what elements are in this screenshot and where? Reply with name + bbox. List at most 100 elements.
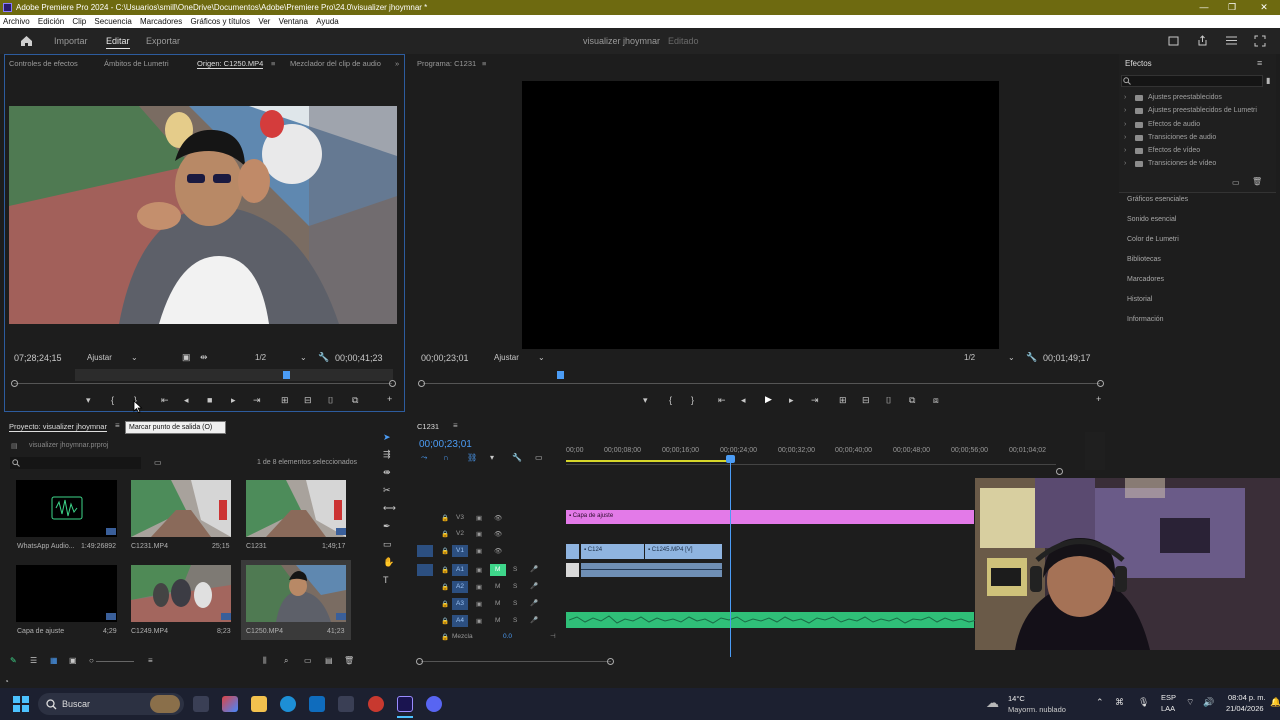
lock-icon[interactable]: 🔒	[441, 617, 449, 625]
section-info[interactable]: Información	[1127, 316, 1164, 323]
ripple-edit-tool-icon[interactable]: ⇼	[383, 467, 391, 478]
insert-icon[interactable]: ⊞	[281, 395, 289, 406]
task-view-icon[interactable]	[193, 696, 209, 712]
timeline-hscroll-left[interactable]	[416, 658, 423, 665]
source-playhead[interactable]	[283, 371, 290, 379]
slip-tool-icon[interactable]: ⟷	[383, 503, 396, 514]
effects-folder-audio-effects[interactable]: Efectos de audio	[1148, 121, 1200, 128]
extract-icon[interactable]: ⊟	[862, 395, 870, 406]
step-forward-icon[interactable]: ▸	[231, 395, 236, 406]
clip-adjustment-layer[interactable]: ▪ Capa de ajuste	[566, 510, 974, 524]
clock-date[interactable]: 21/04/2026	[1226, 704, 1264, 713]
linked-selection-icon[interactable]: ⛓	[467, 453, 477, 462]
weather-icon[interactable]: ☁	[986, 695, 999, 711]
comparison-view-icon[interactable]: ⧉	[909, 395, 915, 406]
razor-tool-icon[interactable]: ✂	[383, 485, 391, 496]
folder-chevron-icon[interactable]: ›	[1124, 94, 1126, 101]
copilot-icon[interactable]	[222, 696, 238, 712]
source-patch-a1[interactable]	[417, 564, 433, 576]
maximize-button[interactable]: ❐	[1218, 0, 1246, 15]
source-zoom-handle-left[interactable]	[11, 380, 18, 387]
section-essential-graphics[interactable]: Gráficos esenciales	[1127, 196, 1188, 203]
tab-effect-controls[interactable]: Controles de efectos	[9, 59, 78, 68]
lock-icon[interactable]: 🔒	[441, 633, 449, 641]
rectangle-tool-icon[interactable]: ▭	[383, 539, 392, 550]
menu-ayuda[interactable]: Ayuda	[313, 15, 342, 28]
eye-icon[interactable]: 👁	[494, 530, 502, 538]
zoom-slider[interactable]	[96, 661, 134, 662]
tab-panel-menu-icon[interactable]: ≡	[271, 59, 275, 68]
clip-v1-small[interactable]	[566, 544, 579, 559]
program-go-to-in-icon[interactable]: ⇤	[718, 395, 726, 406]
source-fit-chevron-icon[interactable]: ⌄	[131, 353, 138, 362]
button-editor-icon[interactable]: ⧉	[352, 395, 358, 406]
mix-value[interactable]: 0.0	[503, 633, 512, 640]
list-view-icon[interactable]: ☰	[30, 656, 37, 665]
find-icon[interactable]: ⌕	[284, 656, 288, 666]
folder-chevron-icon[interactable]: ›	[1124, 134, 1126, 141]
sync-lock-icon[interactable]: ▣	[476, 566, 482, 574]
solo-button-a4[interactable]: S	[513, 617, 517, 624]
program-playhead[interactable]	[557, 371, 564, 379]
mute-button-a4[interactable]: M	[495, 617, 500, 624]
clip-a1-small[interactable]	[566, 563, 579, 577]
notifications-icon[interactable]: 🔔	[1270, 697, 1280, 708]
effects-folder-lumetri-presets[interactable]: Ajustes preestablecidos de Lumetri	[1148, 107, 1257, 114]
chrome-icon[interactable]	[368, 696, 384, 712]
thumb-c1231-sequence[interactable]	[246, 480, 346, 537]
new-item-icon[interactable]: ▤	[325, 656, 333, 665]
mute-button-a2[interactable]: M	[495, 583, 500, 590]
source-zoom-handle-right[interactable]	[389, 380, 396, 387]
clip-a1-audio[interactable]	[581, 563, 722, 577]
overwrite-icon[interactable]: ⊟	[304, 395, 312, 406]
source-resolution-dropdown[interactable]: 1/2	[255, 353, 266, 362]
sync-lock-icon[interactable]: ▣	[476, 530, 482, 538]
home-icon[interactable]	[20, 35, 33, 47]
voiceover-mic-icon[interactable]: 🎤	[530, 616, 538, 624]
thumb-c1250-mp4[interactable]	[246, 565, 346, 622]
source-fit-dropdown[interactable]: Ajustar	[87, 353, 112, 362]
source-wrench-icon[interactable]: 🔧	[318, 352, 329, 363]
program-mark-out-icon[interactable]: }	[691, 395, 694, 405]
tab-importar[interactable]: Importar	[54, 36, 88, 46]
program-panel-menu-icon[interactable]: ≡	[482, 59, 486, 68]
minimize-button[interactable]: —	[1190, 0, 1218, 15]
program-fit-chevron-icon[interactable]: ⌄	[538, 353, 545, 362]
stop-icon[interactable]: ■	[207, 395, 212, 405]
section-lumetri-color[interactable]: Color de Lumetri	[1127, 236, 1179, 243]
lock-icon[interactable]: 🔒	[441, 530, 449, 538]
program-go-to-out-icon[interactable]: ⇥	[811, 395, 819, 406]
clip-a4-audio[interactable]	[566, 612, 978, 628]
mute-button-a3[interactable]: M	[495, 600, 500, 607]
file-explorer-icon[interactable]	[251, 696, 267, 712]
voiceover-mic-icon[interactable]: 🎤	[530, 599, 538, 607]
lock-icon[interactable]: 🔒	[441, 566, 449, 574]
timeline-settings-icon[interactable]: 🔧	[512, 453, 522, 462]
new-bin-icon[interactable]: ▭	[304, 656, 312, 665]
effects-new-folder-icon[interactable]: ▭	[1232, 178, 1240, 187]
program-add-marker-icon[interactable]: ▾	[643, 395, 648, 406]
folder-chevron-icon[interactable]: ›	[1124, 107, 1126, 114]
program-fit-dropdown[interactable]: Ajustar	[494, 353, 519, 362]
effects-folder-audio-transitions[interactable]: Transiciones de audio	[1148, 134, 1216, 141]
go-to-in-icon[interactable]: ⇤	[161, 395, 169, 406]
menu-archivo[interactable]: Archivo	[0, 15, 33, 28]
workspaces-menu-icon[interactable]	[1226, 36, 1237, 45]
menu-graficos[interactable]: Gráficos y títulos	[188, 15, 254, 28]
section-history[interactable]: Historial	[1127, 296, 1152, 303]
sync-lock-icon[interactable]: ▣	[476, 617, 482, 625]
section-libraries[interactable]: Bibliotecas	[1127, 256, 1161, 263]
lift-icon[interactable]: ⊞	[839, 395, 847, 406]
menu-clip[interactable]: Clip	[69, 15, 89, 28]
tray-app-icon[interactable]: ⌘	[1115, 697, 1124, 708]
menu-edicion[interactable]: Edición	[35, 15, 67, 28]
tray-mic-icon[interactable]: 🎙	[1138, 697, 1149, 708]
volume-rubber-band[interactable]	[581, 569, 722, 570]
automate-sequence-icon[interactable]: ⫼	[263, 656, 267, 666]
add-button-icon[interactable]: +	[387, 394, 392, 404]
program-export-frame-icon[interactable]: ⌷	[886, 395, 891, 406]
share-icon[interactable]	[1197, 35, 1208, 46]
program-zoom-handle-left[interactable]	[418, 380, 425, 387]
menu-ventana[interactable]: Ventana	[276, 15, 311, 28]
source-zoom-bar[interactable]	[14, 383, 392, 384]
